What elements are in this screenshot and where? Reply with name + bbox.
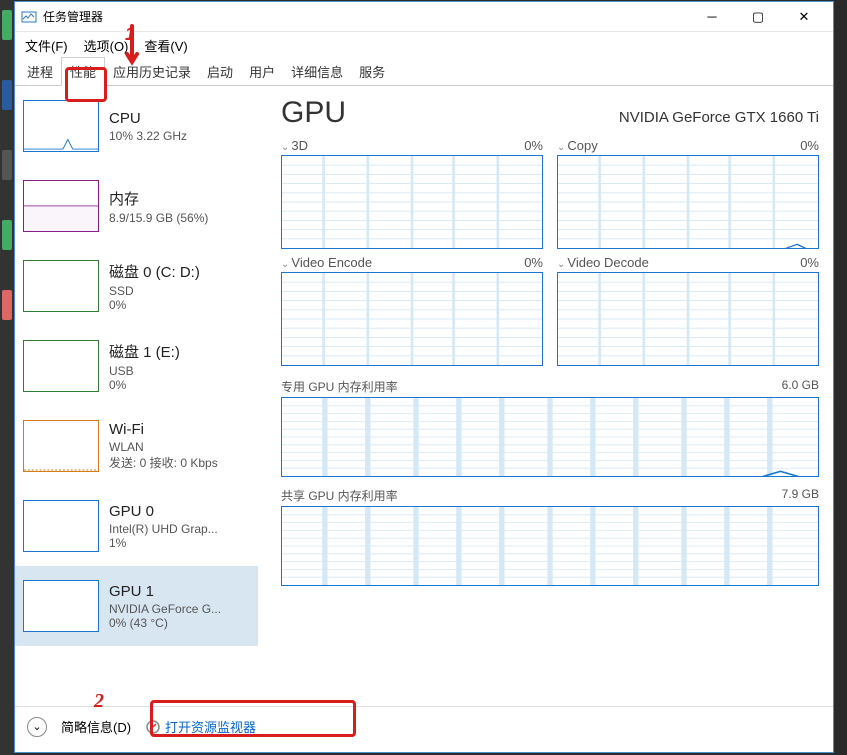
tab-app-history[interactable]: 应用历史记录 xyxy=(105,58,199,85)
chevron-down-icon: ⌄ xyxy=(281,259,289,270)
maximize-button[interactable]: ▢ xyxy=(735,2,781,32)
tab-services[interactable]: 服务 xyxy=(351,58,393,85)
graph-video-decode[interactable]: ⌄Video Decode0% xyxy=(557,255,819,366)
sidebar-item-label: CPU xyxy=(109,110,250,127)
resource-monitor-icon xyxy=(145,719,161,735)
menubar: 文件(F) 选项(O) 查看(V) xyxy=(15,32,833,58)
graph-shared-memory[interactable]: 共享 GPU 内存利用率7.9 GB xyxy=(281,487,819,586)
titlebar[interactable]: 任务管理器 ─ ▢ ✕ xyxy=(15,2,833,32)
sidebar-item-label: GPU 1 xyxy=(109,583,250,600)
gpu0-thumbnail xyxy=(23,500,99,552)
cpu-thumbnail xyxy=(23,100,99,152)
collapse-button[interactable]: ⌄ xyxy=(27,717,47,737)
chevron-down-icon: ⌄ xyxy=(281,142,289,153)
open-resource-monitor-link[interactable]: 打开资源监视器 xyxy=(145,717,256,736)
sidebar-item-label: 内存 xyxy=(109,188,250,209)
sidebar-item-label: 磁盘 1 (E:) xyxy=(109,341,250,362)
sidebar-item-gpu1[interactable]: GPU 1NVIDIA GeForce G...0% (43 °C) xyxy=(15,566,258,646)
sidebar-item-label: GPU 0 xyxy=(109,503,250,520)
close-button[interactable]: ✕ xyxy=(781,2,827,32)
sidebar-item-memory[interactable]: 内存8.9/15.9 GB (56%) xyxy=(15,166,258,246)
annotation-label-2: 2 xyxy=(94,690,104,713)
disk1-thumbnail xyxy=(23,340,99,392)
tab-processes[interactable]: 进程 xyxy=(19,58,61,85)
tab-performance[interactable]: 性能 xyxy=(61,57,105,86)
sidebar-item-gpu0[interactable]: GPU 0Intel(R) UHD Grap...1% xyxy=(15,486,258,566)
chevron-down-icon: ⌄ xyxy=(557,142,565,153)
performance-main: GPU NVIDIA GeForce GTX 1660 Ti ⌄3D0% ⌄Co… xyxy=(259,86,833,706)
sidebar-item-wifi[interactable]: Wi-FiWLAN发送: 0 接收: 0 Kbps xyxy=(15,406,258,486)
gpu-model-name: NVIDIA GeForce GTX 1660 Ti xyxy=(619,109,819,126)
memory-thumbnail xyxy=(23,180,99,232)
sidebar-item-label: Wi-Fi xyxy=(109,421,250,438)
sidebar-item-disk1[interactable]: 磁盘 1 (E:)USB0% xyxy=(15,326,258,406)
menu-view[interactable]: 查看(V) xyxy=(138,34,193,57)
tab-details[interactable]: 详细信息 xyxy=(283,58,351,85)
graph-3d[interactable]: ⌄3D0% xyxy=(281,138,543,249)
app-icon xyxy=(21,9,37,25)
footer: ⌄ 简略信息(D) 打开资源监视器 xyxy=(15,706,833,746)
page-title: GPU xyxy=(281,96,346,130)
graph-video-encode[interactable]: ⌄Video Encode0% xyxy=(281,255,543,366)
brief-info-link[interactable]: 简略信息(D) xyxy=(61,717,131,736)
sidebar-item-label: 磁盘 0 (C: D:) xyxy=(109,261,250,282)
menu-options[interactable]: 选项(O) xyxy=(78,34,135,57)
window-title: 任务管理器 xyxy=(43,8,689,25)
minimize-button[interactable]: ─ xyxy=(689,2,735,32)
disk0-thumbnail xyxy=(23,260,99,312)
chevron-down-icon: ⌄ xyxy=(32,720,41,733)
chevron-down-icon: ⌄ xyxy=(557,259,565,270)
graph-dedicated-memory[interactable]: 专用 GPU 内存利用率6.0 GB xyxy=(281,378,819,477)
task-manager-window: 任务管理器 ─ ▢ ✕ 文件(F) 选项(O) 查看(V) 进程 性能 应用历史… xyxy=(14,1,834,753)
wifi-thumbnail xyxy=(23,420,99,472)
sidebar-item-disk0[interactable]: 磁盘 0 (C: D:)SSD0% xyxy=(15,246,258,326)
tab-startup[interactable]: 启动 xyxy=(199,58,241,85)
tab-users[interactable]: 用户 xyxy=(241,58,283,85)
performance-sidebar: CPU10% 3.22 GHz 内存8.9/15.9 GB (56%) 磁盘 0… xyxy=(15,86,259,706)
menu-file[interactable]: 文件(F) xyxy=(19,34,74,57)
gpu1-thumbnail xyxy=(23,580,99,632)
sidebar-item-cpu[interactable]: CPU10% 3.22 GHz xyxy=(15,86,258,166)
tabbar: 进程 性能 应用历史记录 启动 用户 详细信息 服务 xyxy=(15,58,833,86)
graph-copy[interactable]: ⌄Copy0% xyxy=(557,138,819,249)
